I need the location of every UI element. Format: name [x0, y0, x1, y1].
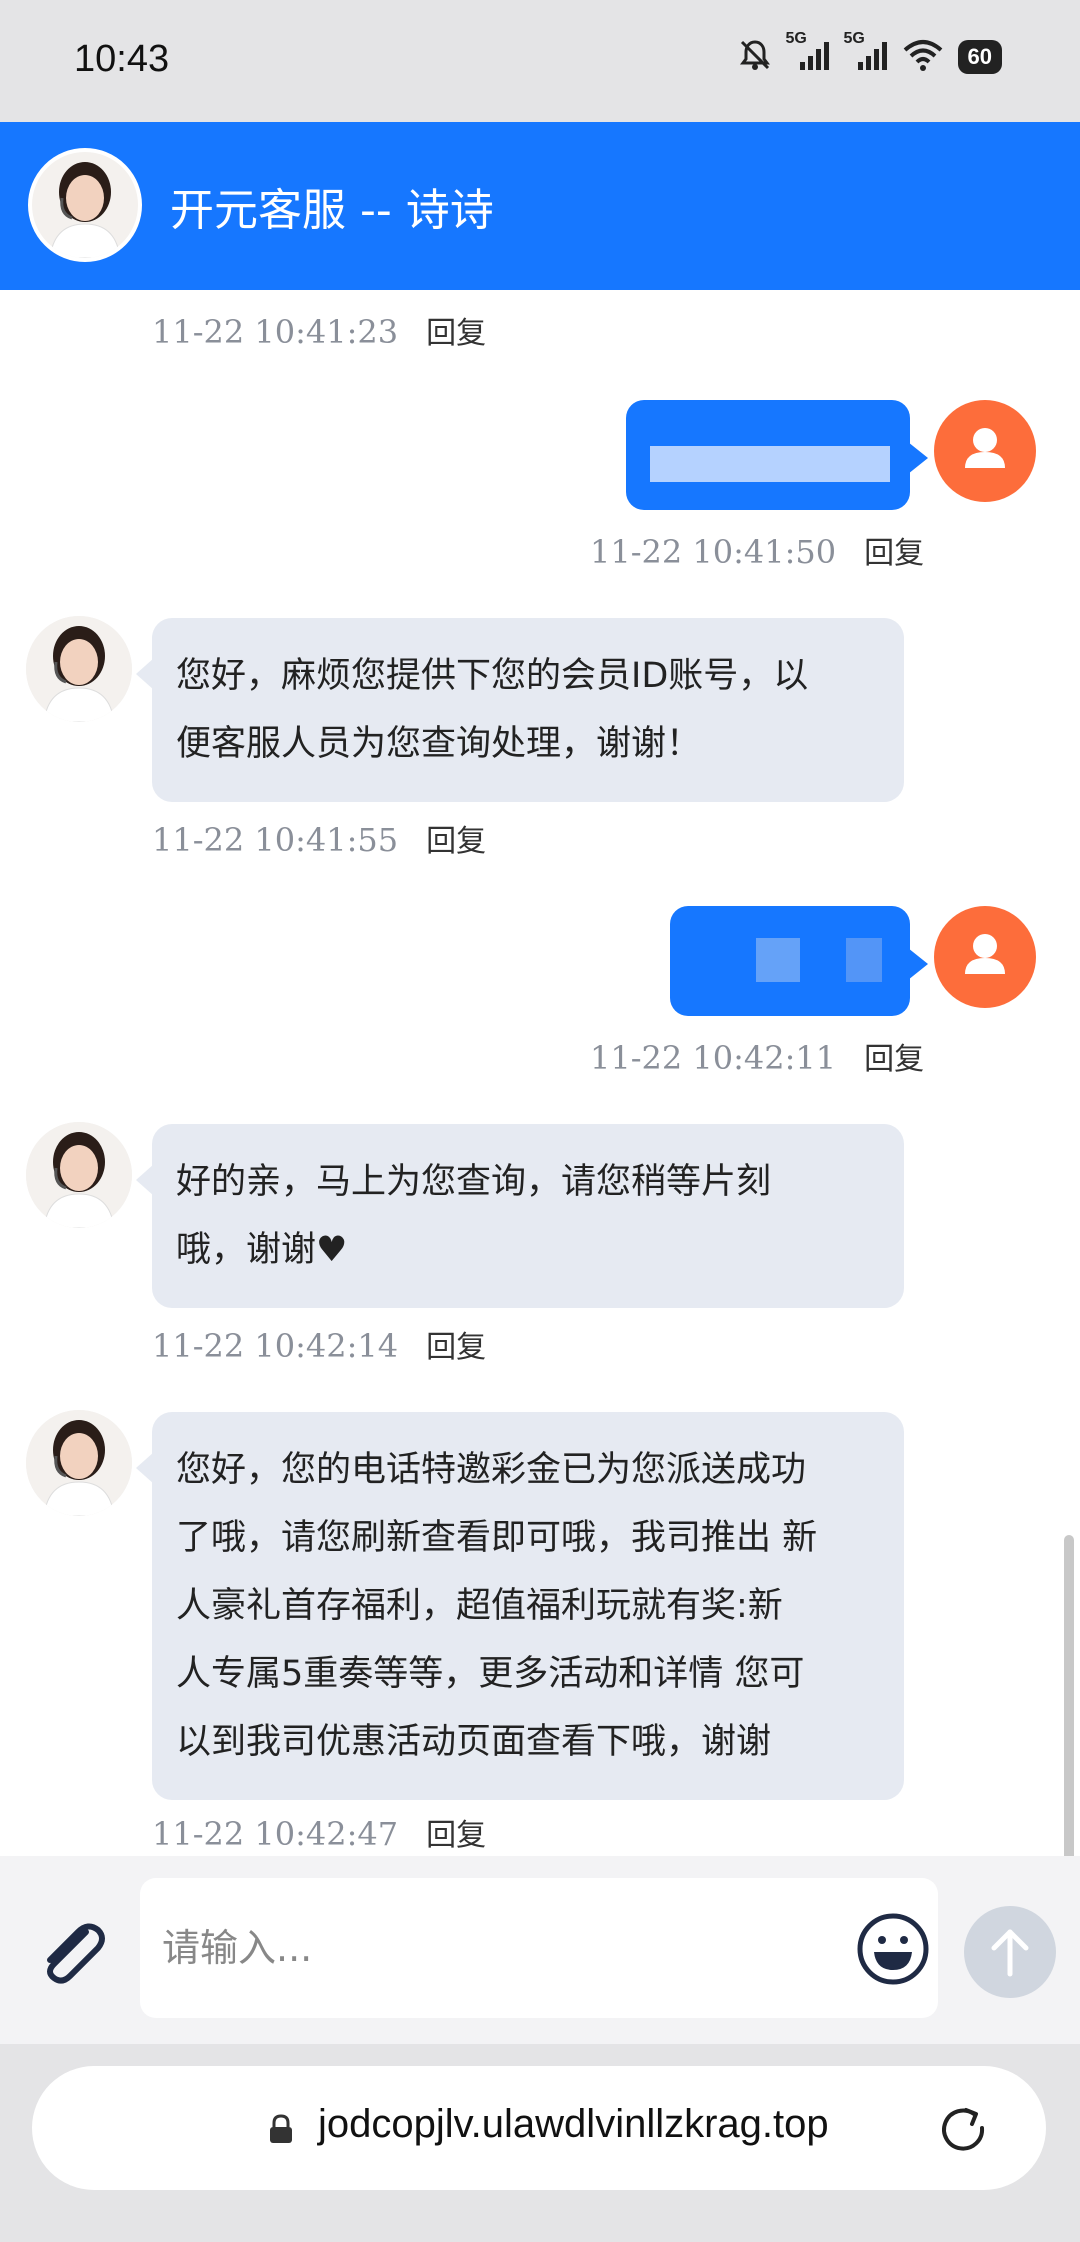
message-meta: 11-22 10:41:23 回复	[152, 308, 486, 352]
emoji-icon[interactable]	[856, 1912, 930, 1986]
message-line: 您好，您的电话特邀彩金已为您派送成功	[176, 1450, 807, 1490]
status-icons: 5G 5G 60	[738, 30, 1002, 76]
message-line: 了哦，请您刷新查看即可哦，我司推出 新	[176, 1518, 818, 1558]
message-meta: 11-22 10:42:47 回复	[152, 1810, 486, 1854]
outgoing-bubble	[670, 906, 928, 1016]
reply-link[interactable]: 回复	[426, 316, 486, 351]
chat-title: 开元客服 -- 诗诗	[170, 185, 494, 236]
address-bar[interactable]: jodcopjlv.ulawdlvinllzkrag.top	[32, 2066, 1046, 2190]
message-line: 您好，麻烦您提供下您的会员ID账号，以	[176, 656, 809, 696]
message-input[interactable]	[140, 1878, 938, 2018]
wifi-icon	[902, 38, 944, 76]
message-meta: 11-22 10:42:11 回复	[590, 1034, 924, 1078]
incoming-bubble: 您好，麻烦您提供下您的会员ID账号，以 便客服人员为您查询处理，谢谢！	[136, 618, 904, 802]
outgoing-bubble	[626, 400, 928, 510]
message-meta: 11-22 10:41:55 回复	[152, 816, 486, 860]
blurred-content	[756, 938, 800, 982]
status-time: 10:43	[74, 38, 170, 80]
reply-link[interactable]: 回复	[426, 1818, 486, 1853]
refresh-icon[interactable]	[936, 2102, 992, 2158]
user-icon	[965, 428, 1005, 468]
scrollbar[interactable]	[1064, 1535, 1074, 1856]
message-line: 便客服人员为您查询处理，谢谢！	[176, 724, 702, 764]
blurred-content	[650, 446, 890, 482]
incoming-bubble: 您好，您的电话特邀彩金已为您派送成功 了哦，请您刷新查看即可哦，我司推出 新 人…	[136, 1412, 904, 1800]
reply-link[interactable]: 回复	[864, 536, 924, 571]
status-bar: 10:43 5G 5G 60	[0, 0, 1080, 122]
signal-5g-icon: 5G	[786, 30, 830, 76]
lock-icon	[270, 2114, 292, 2143]
blurred-content	[846, 938, 882, 982]
send-button[interactable]	[964, 1906, 1056, 1998]
message-line: 人豪礼首存福利，超值福利玩就有奖:新	[176, 1586, 783, 1626]
battery-indicator: 60	[957, 40, 1002, 74]
message-line: 哦，谢谢♥	[176, 1230, 348, 1270]
reply-link[interactable]: 回复	[864, 1042, 924, 1077]
signal-label: 5G	[785, 30, 807, 47]
bell-off-icon	[738, 38, 772, 76]
agent-avatar	[26, 616, 132, 722]
message-time: 11-22 10:41:23	[152, 313, 399, 351]
signal-label: 5G	[843, 30, 865, 47]
attach-icon[interactable]	[30, 1912, 110, 1992]
message-composer	[0, 1856, 1080, 2044]
reply-link[interactable]: 回复	[426, 824, 486, 859]
message-line: 人专属5重奏等等，更多活动和详情 您可	[176, 1654, 805, 1694]
incoming-bubble: 好的亲，马上为您查询，请您稍等片刻 哦，谢谢♥	[136, 1124, 904, 1308]
user-avatar	[934, 906, 1036, 1008]
user-icon	[965, 934, 1005, 974]
send-arrow-icon	[991, 1929, 1029, 1977]
message-time: 11-22 10:41:50	[590, 533, 837, 571]
agent-avatar	[26, 1410, 132, 1516]
chat-messages[interactable]: 11-22 10:41:23 回复 11-22 10:41:50 回复 您好，麻烦您…	[0, 290, 1080, 1856]
reply-link[interactable]: 回复	[426, 1330, 486, 1365]
user-avatar	[934, 400, 1036, 502]
agent-avatar	[28, 148, 142, 262]
signal-5g-icon: 5G	[844, 30, 888, 76]
message-line: 以到我司优惠活动页面查看下哦，谢谢	[176, 1722, 772, 1762]
message-meta: 11-22 10:41:50 回复	[590, 528, 924, 572]
message-time: 11-22 10:42:47	[152, 1815, 399, 1853]
message-line: 好的亲，马上为您查询，请您稍等片刻	[176, 1162, 772, 1202]
url-text[interactable]: jodcopjlv.ulawdlvinllzkrag.top	[318, 2102, 829, 2147]
message-time: 11-22 10:42:11	[590, 1039, 837, 1077]
chat-header: 开元客服 -- 诗诗	[0, 122, 1080, 290]
browser-toolbar: jodcopjlv.ulawdlvinllzkrag.top	[0, 2044, 1080, 2242]
message-time: 11-22 10:42:14	[152, 1327, 399, 1365]
agent-avatar	[26, 1122, 132, 1228]
message-meta: 11-22 10:42:14 回复	[152, 1322, 486, 1366]
message-time: 11-22 10:41:55	[152, 821, 399, 859]
